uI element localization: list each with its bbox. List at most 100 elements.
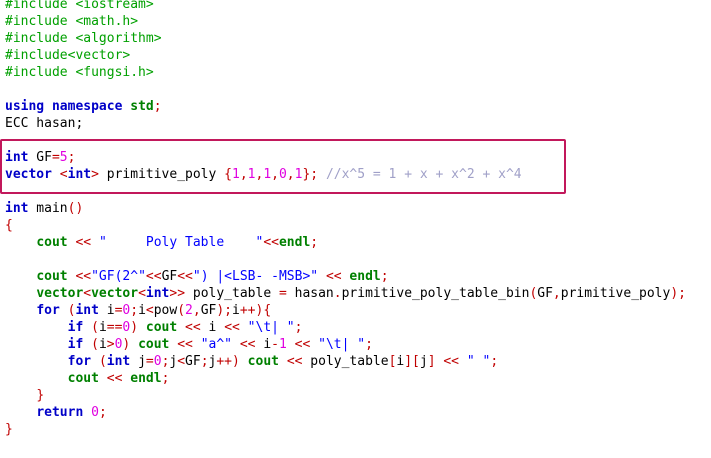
code-token: ; <box>200 354 209 369</box>
code-token: poly_table <box>302 354 389 369</box>
code-token: vector <box>36 286 84 301</box>
code-token: = <box>278 286 287 301</box>
code-token: << <box>145 269 162 284</box>
code-token: #include <fungsi.h> <box>5 65 154 80</box>
code-line[interactable]: if (i==0) cout << i << "\t| "; <box>5 319 303 336</box>
code-token: main <box>28 201 68 216</box>
code-token: ; <box>310 235 319 250</box>
code-token: #include <math.h> <box>5 14 139 29</box>
code-line[interactable]: cout << endl; <box>5 370 170 387</box>
code-token: << <box>286 354 303 369</box>
code-token: j <box>419 354 428 369</box>
code-token: ++){ <box>239 303 272 318</box>
code-token: #include<vector> <box>5 48 131 63</box>
code-line[interactable]: for (int j=0;j<GF;j++) cout << poly_tabl… <box>5 353 499 370</box>
code-token: } <box>5 422 13 437</box>
code-line[interactable]: } <box>5 387 44 404</box>
code-token: ( <box>98 354 107 369</box>
code-token: < <box>145 303 154 318</box>
code-line[interactable]: vector <int> primitive_poly {1,1,1,0,1};… <box>5 166 522 183</box>
code-line[interactable]: #include<vector> <box>5 47 130 64</box>
code-token: int <box>75 303 99 318</box>
code-line[interactable]: { <box>5 217 13 234</box>
code-token: ; <box>130 303 139 318</box>
code-token: j <box>130 354 146 369</box>
code-token: << <box>325 269 342 284</box>
code-token: } <box>36 388 45 403</box>
code-line[interactable]: using namespace std; <box>5 98 162 115</box>
code-token: int <box>106 354 131 369</box>
code-token: , <box>239 167 248 182</box>
code-token: 1 <box>232 167 240 182</box>
code-line[interactable]: cout <<"GF(2^"<<GF<<") |<LSB- -MSB>" << … <box>5 268 389 285</box>
code-token: ) <box>130 320 139 335</box>
code-token: << <box>443 354 460 369</box>
code-token: GF <box>185 354 201 369</box>
code-token: cout <box>145 320 178 335</box>
code-token: " " <box>466 354 491 369</box>
code-line[interactable]: vector<vector<int>> poly_table = hasan.p… <box>5 285 686 302</box>
code-line[interactable]: #include <fungsi.h> <box>5 64 154 81</box>
code-token: ; <box>161 371 170 386</box>
code-line[interactable]: #include <iostream> <box>5 0 154 13</box>
code-token: std <box>130 99 154 114</box>
fold-marker[interactable] <box>0 217 4 234</box>
code-line[interactable]: } <box>5 421 13 438</box>
code-line[interactable]: #include <algorithm> <box>5 30 162 47</box>
code-token: poly_table <box>185 286 279 301</box>
fold-marker[interactable] <box>0 387 4 404</box>
code-token: ; <box>153 99 162 114</box>
code-line[interactable]: int main() <box>5 200 83 217</box>
code-token: "\t| " <box>247 320 295 335</box>
code-token: , <box>552 286 561 301</box>
fold-marker[interactable] <box>0 421 4 438</box>
fold-marker[interactable] <box>0 302 4 319</box>
code-line[interactable]: int GF=5; <box>5 149 75 166</box>
code-token: << <box>239 337 256 352</box>
code-token: - <box>271 337 279 352</box>
code-token: cout <box>67 371 99 386</box>
code-token: , <box>271 167 279 182</box>
code-token: i <box>255 337 272 352</box>
code-line[interactable]: ECC hasan; <box>5 115 83 132</box>
code-token: if <box>67 337 84 352</box>
code-line[interactable]: return 0; <box>5 404 106 421</box>
code-token: 0 <box>153 354 162 369</box>
code-token: return <box>36 405 84 420</box>
code-token: pow <box>153 303 178 318</box>
code-line[interactable]: if (i>0) cout << "a^" << i-1 << "\t| "; <box>5 336 373 353</box>
code-line[interactable]: for (int i=0;i<pow(2,GF);i++){ <box>5 302 271 319</box>
code-token: << <box>106 371 123 386</box>
code-token: i <box>232 303 240 318</box>
code-token: < <box>138 286 146 301</box>
code-token: for <box>36 303 60 318</box>
code-token: 2 <box>185 303 193 318</box>
code-line[interactable]: cout << " Poly Table "<<endl; <box>5 234 318 251</box>
code-editor[interactable]: #include <iostream> #include <math.h> #inc… <box>0 0 711 458</box>
code-token: < <box>59 167 68 182</box>
code-token: ); <box>670 286 686 301</box>
code-token: endl <box>130 371 162 386</box>
code-token: , <box>286 167 295 182</box>
code-token: endl <box>278 235 311 250</box>
code-line[interactable]: #include <math.h> <box>5 13 138 30</box>
code-token: ; <box>380 269 389 284</box>
code-token: << <box>294 337 311 352</box>
